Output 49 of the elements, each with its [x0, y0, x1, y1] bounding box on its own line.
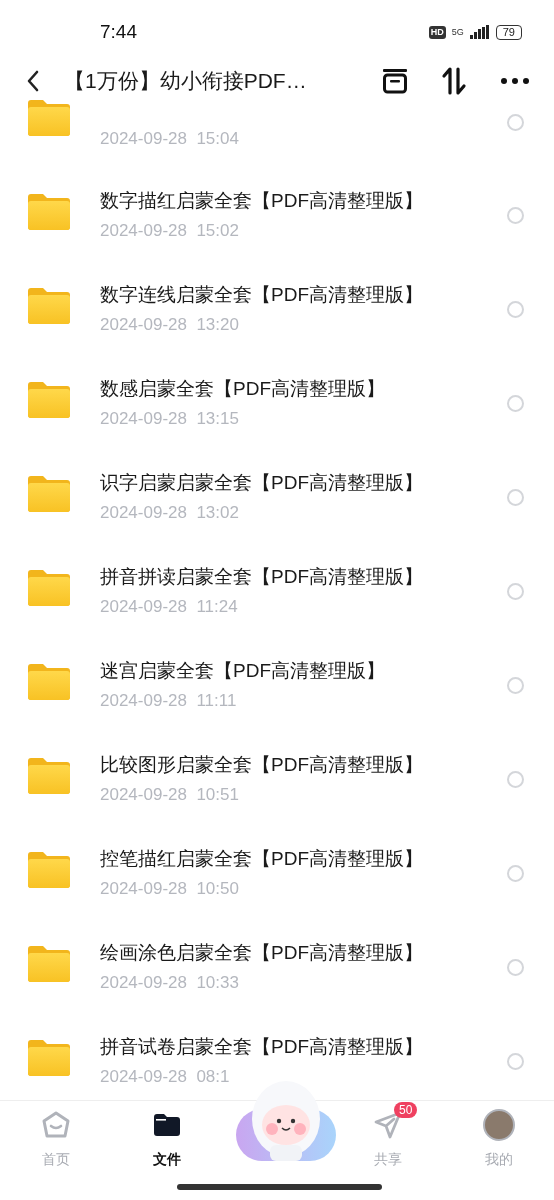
folder-icon — [28, 852, 70, 888]
file-date: 2024-09-28 15:04 — [100, 129, 239, 148]
file-date: 2024-09-28 13:02 — [100, 501, 240, 524]
folder-icon — [153, 1114, 180, 1136]
sort-icon[interactable] — [441, 67, 467, 95]
file-date: 2024-09-28 08:1 — [100, 1065, 231, 1088]
hd-indicator: HD — [428, 25, 446, 39]
file-date: 2024-09-28 10:50 — [100, 877, 240, 900]
more-icon[interactable] — [501, 78, 529, 84]
archive-icon[interactable] — [381, 68, 409, 94]
folder-name[interactable]: 数字连线启蒙全套【PDF高清整理版】 — [100, 281, 507, 308]
file-date: 2024-09-28 15:02 — [100, 219, 240, 242]
folder-name[interactable]: 拼音试卷启蒙全套【PDF高清整理版】 — [100, 1033, 507, 1060]
file-date: 2024-09-28 11:11 — [100, 689, 238, 712]
folder-icon — [28, 946, 70, 982]
file-date: 2024-09-28 13:15 — [100, 407, 240, 430]
folder-icon — [28, 664, 70, 700]
folder-name[interactable]: 控笔描红启蒙全套【PDF高清整理版】 — [100, 845, 507, 872]
folder-icon — [28, 1040, 70, 1076]
back-icon[interactable] — [26, 70, 40, 92]
file-date: 2024-09-28 10:33 — [100, 971, 240, 994]
folder-icon — [28, 382, 70, 418]
folder-name[interactable]: 绘画涂色启蒙全套【PDF高清整理版】 — [100, 939, 507, 966]
folder-icon — [28, 476, 70, 512]
battery-level: 79 — [495, 24, 522, 40]
folder-icon — [28, 100, 70, 136]
file-date: 2024-09-28 10:51 — [100, 783, 240, 806]
folder-name[interactable]: 迷宫启蒙全套【PDF高清整理版】 — [100, 657, 507, 684]
folder-name[interactable]: 比较图形启蒙全套【PDF高清整理版】 — [100, 751, 507, 778]
folder-icon — [28, 288, 70, 324]
folder-name[interactable]: 识字启蒙启蒙全套【PDF高清整理版】 — [100, 469, 507, 496]
network-label: 5G — [451, 27, 464, 37]
file-date: 2024-09-28 11:24 — [100, 595, 239, 618]
nav-tab[interactable]: 共享 50 — [332, 1101, 443, 1200]
folder-title: 【1万份】幼小衔接PDF… — [64, 68, 308, 95]
notification-badge: 50 — [394, 1102, 418, 1118]
home-icon — [41, 1111, 70, 1139]
nav-tab[interactable]: 文件 — [111, 1101, 222, 1200]
folder-name[interactable]: 拼音拼读启蒙全套【PDF高清整理版】 — [100, 563, 507, 590]
folder-icon — [28, 758, 70, 794]
folder-name[interactable]: 数感启蒙全套【PDF高清整理版】 — [100, 375, 507, 402]
folder-icon — [28, 194, 70, 230]
file-date: 2024-09-28 13:20 — [100, 313, 240, 336]
folder-name[interactable]: 数字描红启蒙全套【PDF高清整理版】 — [100, 187, 507, 214]
folder-icon — [28, 570, 70, 606]
signal-icon — [469, 25, 490, 39]
mascot-drawing[interactable] — [236, 1079, 336, 1163]
status-time: 7:44 — [100, 19, 137, 44]
avatar — [482, 1109, 515, 1141]
